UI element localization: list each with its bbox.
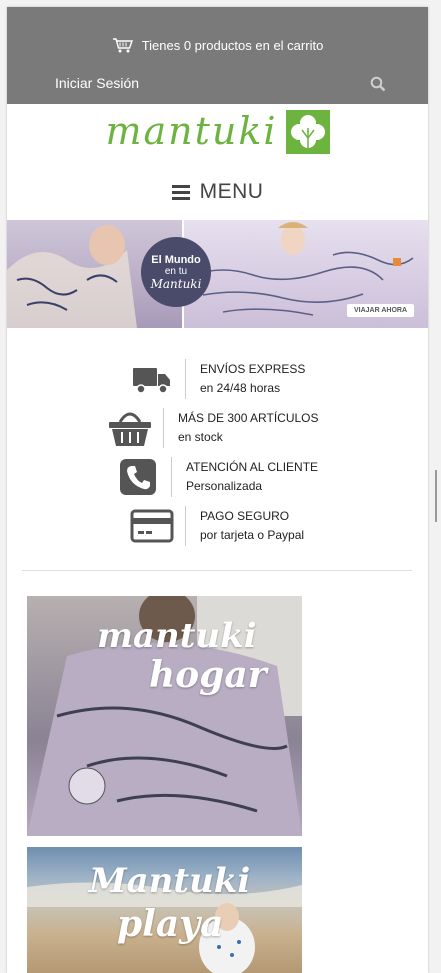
scrollbar-handle[interactable] [435, 470, 441, 522]
hero-banner[interactable]: El Mundo en tu Mantuki VIAJAR AHORA [7, 220, 428, 328]
cart-icon [112, 37, 134, 53]
search-icon[interactable] [370, 76, 386, 97]
feature-subtitle: en 24/48 horas [200, 381, 281, 395]
logo-text: mantuki [105, 109, 278, 153]
credit-card-icon [129, 509, 175, 543]
section-divider [22, 570, 412, 571]
travel-now-button[interactable]: VIAJAR AHORA [347, 304, 415, 317]
feature-title: ATENCIÓN AL CLIENTE [186, 460, 319, 474]
feature-payment: PAGO SEGURO por tarjeta o Paypal [129, 506, 304, 546]
login-link[interactable]: Iniciar Sesión [55, 75, 139, 91]
banner-badge: El Mundo en tu Mantuki [141, 237, 211, 307]
badge-line-1: El Mundo [151, 254, 201, 266]
category-title-line-1: Mantuki [89, 861, 251, 901]
phone-icon [115, 459, 161, 495]
menu-toggle[interactable]: MENU [7, 164, 428, 220]
cart-summary-link[interactable]: Tienes 0 productos en el carrito [7, 35, 428, 55]
hamburger-icon [171, 182, 190, 203]
clover-logo-icon [285, 109, 330, 159]
feature-divider [185, 359, 186, 399]
feature-stock: MÁS DE 300 ARTÍCULOS en stock [107, 408, 319, 448]
feature-support: ATENCIÓN AL CLIENTE Personalizada [115, 457, 318, 497]
page: Tienes 0 productos en el carrito Iniciar… [7, 7, 428, 973]
feature-title: MÁS DE 300 ARTÍCULOS [178, 411, 319, 425]
basket-icon [107, 408, 153, 448]
top-bar: Tienes 0 productos en el carrito Iniciar… [7, 7, 428, 104]
feature-subtitle: en stock [178, 430, 223, 444]
truck-icon [129, 364, 175, 394]
feature-divider [185, 506, 186, 546]
cart-text: Tienes 0 productos en el carrito [141, 37, 324, 53]
category-card-hogar[interactable]: mantuki hogar [27, 596, 302, 836]
feature-subtitle: Personalizada [186, 479, 263, 493]
feature-title: ENVÍOS EXPRESS [200, 362, 306, 376]
feature-divider [171, 457, 172, 497]
category-title-line-2: playa [117, 903, 224, 945]
category-card-playa[interactable]: Mantuki playa [27, 847, 302, 973]
feature-shipping: ENVÍOS EXPRESS en 24/48 horas [129, 359, 305, 399]
badge-line-3: Mantuki [150, 277, 202, 291]
feature-subtitle: por tarjeta o Paypal [200, 528, 305, 542]
feature-divider [163, 408, 164, 448]
logo-link[interactable]: mantuki [7, 104, 428, 164]
category-title-line-1: mantuki [97, 616, 257, 656]
menu-label: MENU [199, 180, 264, 203]
feature-title: PAGO SEGURO [200, 509, 290, 523]
category-title-line-2: hogar [149, 654, 267, 696]
